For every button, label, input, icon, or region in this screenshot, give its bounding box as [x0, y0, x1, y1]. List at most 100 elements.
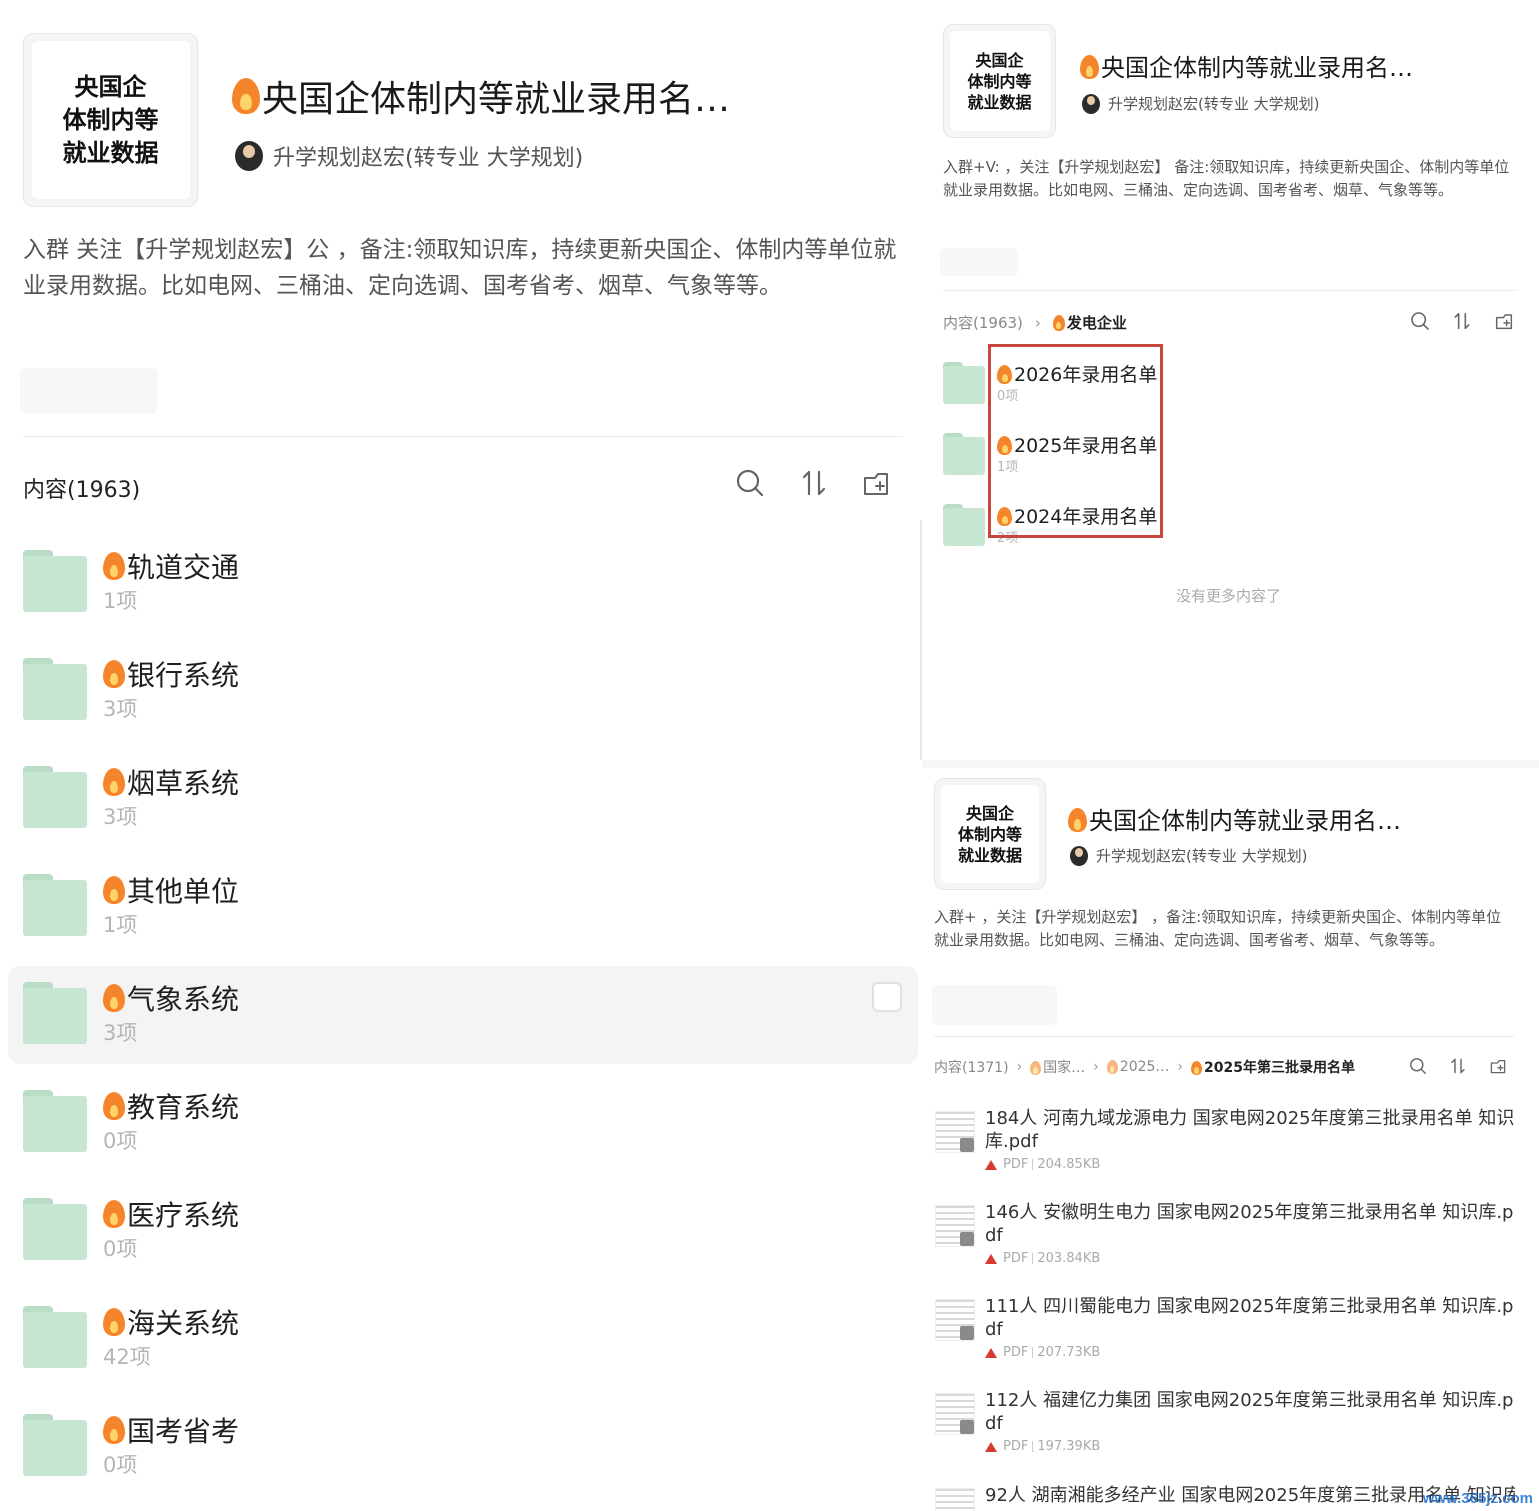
author-link[interactable]: 升学规划赵宏(转专业 大学规划) [1070, 845, 1307, 866]
breadcrumb-item[interactable]: 国家… [1030, 1057, 1085, 1077]
file-item[interactable]: 184人 河南九域龙源电力 国家电网2025年度第三批录用名单 知识库.pdf … [935, 1107, 1515, 1172]
author-name: 升学规划赵宏(转专业 大学规划) [1108, 95, 1320, 113]
page-title: 央国企体制内等就业录用名… [1068, 801, 1401, 836]
flame-icon [1080, 55, 1099, 79]
file-meta: PDF 204.85KB [985, 1157, 1515, 1172]
breadcrumb-root[interactable]: 内容(1371) [934, 1057, 1009, 1077]
file-name: 111人 四川蜀能电力 国家电网2025年度第三批录用名单 知识库.pdf [985, 1296, 1514, 1340]
author-link[interactable]: 升学规划赵宏(转专业 大学规划) [235, 140, 583, 172]
flame-icon [1191, 1061, 1203, 1075]
book-cover-text: 央国企 体制内等 就业数据 [31, 41, 190, 199]
folder-item[interactable]: 烟草系统 3项 [23, 766, 239, 832]
search-icon[interactable] [1409, 1057, 1427, 1075]
vertical-scrollbar[interactable] [920, 520, 922, 760]
highlight-box [988, 344, 1163, 538]
folder-count: 42项 [103, 1345, 151, 1369]
left-panel: 央国企 体制内等 就业数据 央国企体制内等就业录用名… 升学规划赵宏(转专业 大… [0, 0, 920, 1511]
page-title: 央国企体制内等就业录用名… [232, 70, 730, 122]
cover-line: 就业数据 [62, 138, 159, 167]
avatar [235, 141, 263, 171]
pdf-thumbnail [935, 1393, 975, 1435]
cover-line: 央国企 [965, 803, 1014, 823]
book-cover[interactable]: 央国企 体制内等 就业数据 [934, 778, 1046, 890]
folder-icon [23, 658, 87, 720]
folder-count: 3项 [103, 805, 138, 829]
book-cover[interactable]: 央国企 体制内等 就业数据 [943, 24, 1056, 138]
folder-icon [23, 1198, 87, 1260]
author-link[interactable]: 升学规划赵宏(转专业 大学规划) [1082, 93, 1319, 114]
file-item[interactable]: 111人 四川蜀能电力 国家电网2025年度第三批录用名单 知识库.pdf PD… [935, 1295, 1515, 1360]
add-folder-icon[interactable] [1489, 1057, 1507, 1075]
folder-name: 其他单位 [103, 874, 239, 910]
pdf-thumbnail [935, 1488, 975, 1511]
avatar [1082, 93, 1100, 114]
flame-icon [103, 768, 125, 796]
folder-item[interactable]: 国考省考 0项 [23, 1414, 239, 1480]
folder-icon [23, 874, 87, 936]
flame-icon [103, 1092, 125, 1120]
file-name: 112人 福建亿力集团 国家电网2025年度第三批录用名单 知识库.pdf [985, 1390, 1514, 1434]
description: 入群+V: ，关注【升学规划赵宏】 备注:领取知识库，持续更新央国企、体制内等单… [943, 158, 1510, 199]
book-cover-text: 央国企 体制内等 就业数据 [941, 785, 1039, 883]
folder-count: 3项 [103, 1021, 138, 1045]
blurred-button[interactable] [940, 248, 1018, 276]
pdf-icon [985, 1347, 997, 1358]
author-name: 升学规划赵宏(转专业 大学规划) [1096, 847, 1308, 865]
file-meta: PDF 207.73KB [985, 1345, 1515, 1360]
folder-item[interactable]: 银行系统 3项 [23, 658, 239, 724]
file-name: 184人 河南九域龙源电力 国家电网2025年度第三批录用名单 知识库.pdf [985, 1108, 1515, 1152]
folder-item[interactable]: 轨道交通 1项 [23, 550, 239, 616]
content-count: 内容(1963) [23, 478, 141, 503]
folder-icon [943, 433, 985, 475]
flame-icon [103, 1200, 125, 1228]
watermark: www.365jz.com [1422, 1490, 1533, 1507]
folder-name: 银行系统 [103, 658, 239, 694]
folder-icon [23, 982, 87, 1044]
folder-icon [23, 550, 87, 612]
folder-item[interactable]: 海关系统 42项 [23, 1306, 239, 1372]
cover-line: 就业数据 [967, 92, 1032, 112]
section-divider [922, 760, 1539, 768]
toolbar [1409, 1057, 1507, 1075]
flame-icon [1106, 1060, 1118, 1074]
breadcrumb-root[interactable]: 内容(1963) [943, 312, 1023, 333]
search-icon[interactable] [1410, 311, 1430, 331]
cover-line: 央国企 [975, 50, 1024, 70]
folder-item[interactable]: 教育系统 0项 [23, 1090, 239, 1156]
sort-icon[interactable] [799, 468, 829, 498]
folder-icon [943, 504, 985, 546]
sort-icon[interactable] [1449, 1057, 1467, 1075]
book-cover-text: 央国企 体制内等 就业数据 [949, 31, 1050, 131]
folder-name: 教育系统 [103, 1090, 239, 1126]
search-icon[interactable] [735, 468, 765, 498]
title-text: 央国企体制内等就业录用名… [262, 79, 731, 120]
title-text: 央国企体制内等就业录用名… [1089, 807, 1401, 835]
folder-item[interactable]: 气象系统 3项 [23, 982, 239, 1048]
book-cover[interactable]: 央国企 体制内等 就业数据 [23, 33, 198, 207]
pdf-icon [985, 1441, 997, 1452]
folder-icon [23, 1414, 87, 1476]
folder-icon [23, 766, 87, 828]
file-item[interactable]: 146人 安徽明生电力 国家电网2025年度第三批录用名单 知识库.pdf PD… [935, 1201, 1515, 1266]
add-folder-icon[interactable] [861, 468, 891, 498]
folder-count: 1项 [103, 913, 138, 937]
sort-icon[interactable] [1452, 311, 1472, 331]
flame-icon [103, 1416, 125, 1444]
description: 入群+ ，关注【升学规划赵宏】 ，备注:领取知识库，持续更新央国企、体制内等单位… [934, 908, 1502, 949]
folder-item[interactable]: 医疗系统 0项 [23, 1198, 239, 1264]
breadcrumb-separator-icon: › [1177, 1059, 1184, 1075]
blurred-button[interactable] [20, 368, 158, 414]
breadcrumb-separator-icon: › [1034, 313, 1041, 332]
folder-icon [23, 1090, 87, 1152]
row-checkbox[interactable] [872, 982, 902, 1012]
folder-count: 3项 [103, 697, 138, 721]
pdf-thumbnail [935, 1111, 975, 1153]
folder-item[interactable]: 其他单位 1项 [23, 874, 239, 940]
file-item[interactable]: 112人 福建亿力集团 国家电网2025年度第三批录用名单 知识库.pdf PD… [935, 1389, 1515, 1454]
blurred-button[interactable] [932, 985, 1057, 1025]
breadcrumb-item[interactable]: 2025… [1106, 1059, 1169, 1075]
add-folder-icon[interactable] [1494, 311, 1514, 331]
file-meta: PDF 197.39KB [985, 1439, 1515, 1454]
folder-name: 国考省考 [103, 1414, 239, 1450]
toolbar [735, 468, 891, 498]
